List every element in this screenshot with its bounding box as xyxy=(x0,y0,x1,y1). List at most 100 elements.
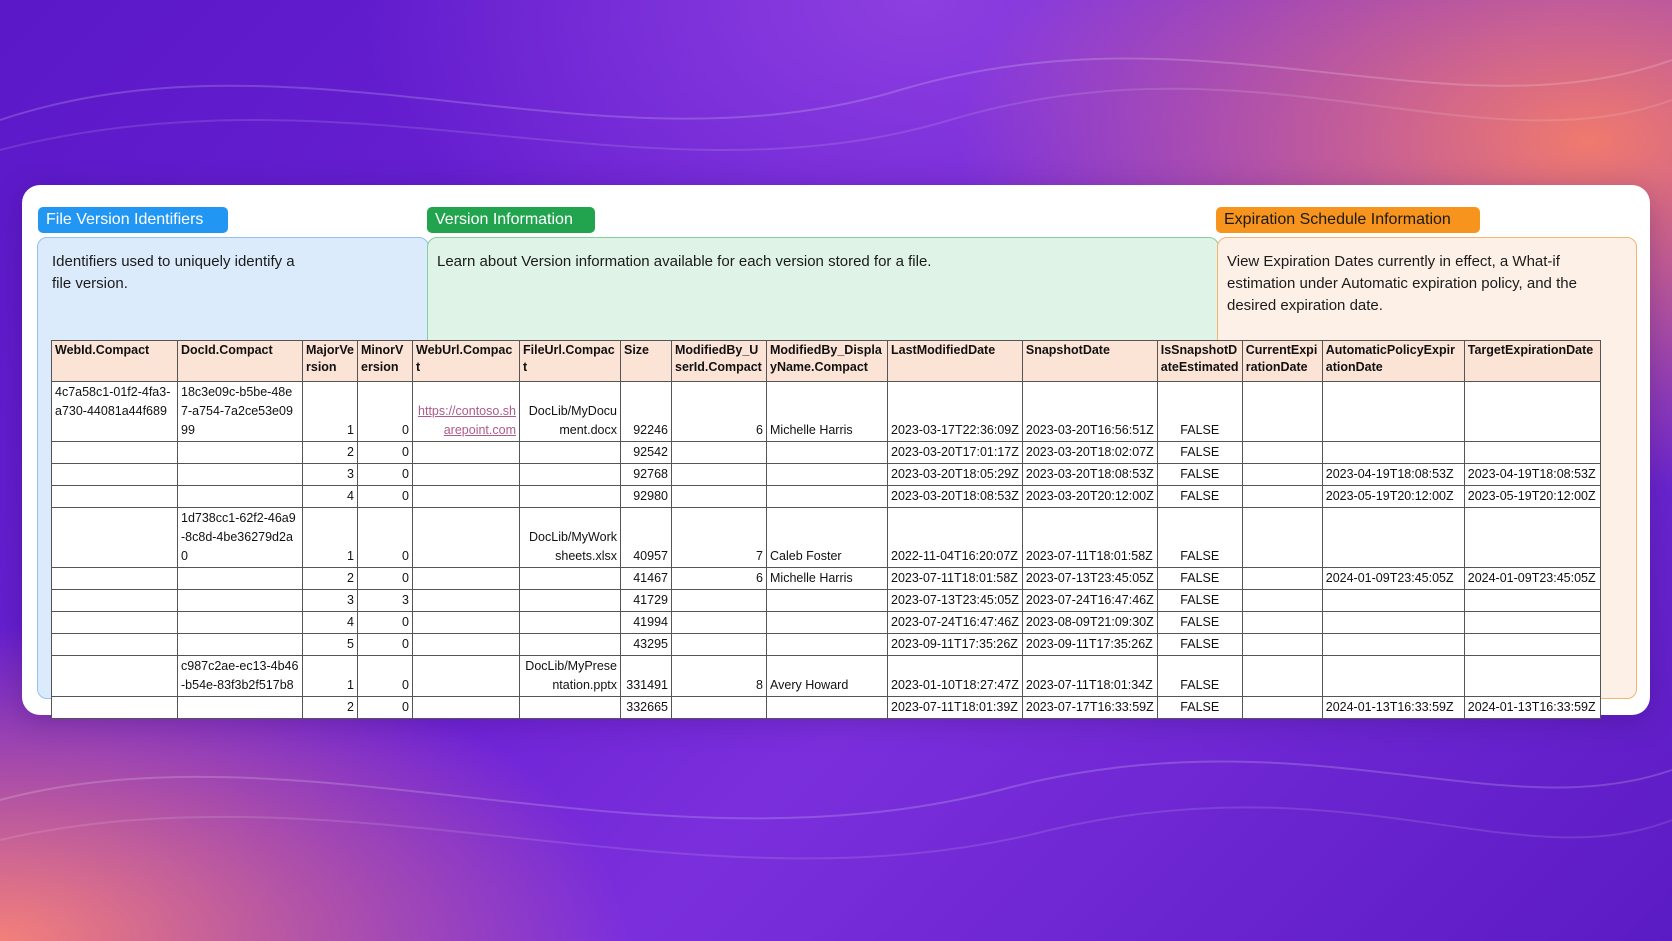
table-cell: 0 xyxy=(357,633,413,656)
table-row: 4 0 41994 2023-07-24T16:47:46Z 2023-08-09T21… xyxy=(51,611,1601,634)
table-cell xyxy=(1241,655,1323,697)
table-cell: 7 xyxy=(671,507,767,568)
table-cell: 0 xyxy=(357,567,413,590)
table-cell: 331491 xyxy=(620,655,672,697)
table-cell xyxy=(1463,589,1601,612)
table-cell: DocLib/MyWorksheets.xlsx xyxy=(519,507,621,568)
table-cell: FALSE xyxy=(1156,463,1243,486)
table-cell: 2023-07-11T18:01:58Z xyxy=(887,567,1023,590)
table-cell: 1d738cc1-62f2-46a9-8c8d-4be36279d2a0 xyxy=(177,507,303,568)
table-cell xyxy=(51,655,178,697)
table-cell xyxy=(412,485,520,508)
column-header: DocId.Compact xyxy=(177,340,303,382)
table-cell: Avery Howard xyxy=(766,655,888,697)
expiration-description: View Expiration Dates currently in effec… xyxy=(1227,253,1577,314)
table-cell xyxy=(177,589,303,612)
table-cell: DocLib/MyDocument.docx xyxy=(519,381,621,442)
table-cell: 2023-05-19T20:12:00Z xyxy=(1463,485,1601,508)
table-cell: Caleb Foster xyxy=(766,507,888,568)
table-cell xyxy=(1241,567,1323,590)
table-cell: 2023-07-11T18:01:34Z xyxy=(1021,655,1158,697)
table-cell: 2023-07-13T23:45:05Z xyxy=(1021,567,1158,590)
table-cell: FALSE xyxy=(1156,507,1243,568)
table-cell xyxy=(1321,633,1465,656)
table-cell xyxy=(1241,381,1323,442)
table-cell: 2023-01-10T18:27:47Z xyxy=(887,655,1023,697)
web-url-link[interactable]: https://contoso.sharepoint.com xyxy=(418,404,516,437)
table-row: 3 3 41729 2023-07-13T23:45:05Z 2023-07-24T16… xyxy=(51,589,1601,612)
table-cell xyxy=(1321,381,1465,442)
table-cell: 0 xyxy=(357,381,413,442)
table-cell[interactable]: https://contoso.sharepoint.com xyxy=(412,381,520,442)
table-cell: 6 xyxy=(671,567,767,590)
table-cell: 2024-01-09T23:45:05Z xyxy=(1321,567,1465,590)
table-cell: 0 xyxy=(357,485,413,508)
table-cell: 2023-05-19T20:12:00Z xyxy=(1321,485,1465,508)
table-row: 2 0 92542 2023-03-20T17:01:17Z 2023-03-20T18… xyxy=(51,441,1601,464)
table-cell: 2024-01-13T16:33:59Z xyxy=(1321,696,1465,719)
table-cell xyxy=(519,611,621,634)
column-header: WebUrl.Compact xyxy=(412,340,520,382)
table-cell: 2023-03-20T16:56:51Z xyxy=(1021,381,1158,442)
table-cell xyxy=(1321,507,1465,568)
table-cell xyxy=(177,485,303,508)
table-cell: 2023-03-20T17:01:17Z xyxy=(887,441,1023,464)
table-cell: 40957 xyxy=(620,507,672,568)
table-cell xyxy=(766,589,888,612)
table-row: 4c7a58c1-01f2-4fa3-a730-44081a44f689 18c3… xyxy=(51,381,1601,442)
table-cell: 0 xyxy=(357,441,413,464)
table-cell: 0 xyxy=(357,507,413,568)
table-cell xyxy=(177,611,303,634)
table-cell: FALSE xyxy=(1156,589,1243,612)
table-cell xyxy=(671,485,767,508)
table-cell xyxy=(1463,381,1601,442)
table-cell: 4c7a58c1-01f2-4fa3-a730-44081a44f689 xyxy=(51,381,178,442)
table-cell xyxy=(412,567,520,590)
table-cell xyxy=(177,463,303,486)
table-cell xyxy=(51,696,178,719)
table-cell: 2 xyxy=(302,567,358,590)
table-cell xyxy=(671,696,767,719)
file-versions-table: WebId.Compact DocId.Compact MajorVersion Mi… xyxy=(51,340,1601,719)
table-cell: 1 xyxy=(302,507,358,568)
table-cell xyxy=(766,696,888,719)
table-cell: 2023-04-19T18:08:53Z xyxy=(1321,463,1465,486)
table-cell: 332665 xyxy=(620,696,672,719)
table-row: 3 0 92768 2023-03-20T18:05:29Z 2023-03-20T18… xyxy=(51,463,1601,486)
table-cell xyxy=(412,696,520,719)
column-header: Size xyxy=(620,340,672,382)
table-cell: 2024-01-09T23:45:05Z xyxy=(1463,567,1601,590)
table-cell xyxy=(519,463,621,486)
table-cell xyxy=(1463,441,1601,464)
table-cell xyxy=(177,567,303,590)
table-cell: 3 xyxy=(357,589,413,612)
table-cell xyxy=(412,589,520,612)
column-header: TargetExpirationDate xyxy=(1463,340,1601,382)
table-cell: FALSE xyxy=(1156,441,1243,464)
table-cell: 41994 xyxy=(620,611,672,634)
identifiers-description: Identifiers used to uniquely identify a … xyxy=(52,253,295,292)
table-cell xyxy=(177,633,303,656)
column-header: ModifiedBy_DisplayName.Compact xyxy=(766,340,888,382)
table-cell: 1 xyxy=(302,655,358,697)
table-cell: FALSE xyxy=(1156,633,1243,656)
table-cell xyxy=(1321,655,1465,697)
table-cell xyxy=(1321,441,1465,464)
table-cell: 2023-07-13T23:45:05Z xyxy=(887,589,1023,612)
table-cell xyxy=(766,611,888,634)
table-cell: 92768 xyxy=(620,463,672,486)
column-header: SnapshotDate xyxy=(1021,340,1158,382)
table-cell xyxy=(1241,485,1323,508)
column-header: FileUrl.Compact xyxy=(519,340,621,382)
table-cell xyxy=(412,633,520,656)
table-cell: 2023-04-19T18:08:53Z xyxy=(1463,463,1601,486)
table-cell: 2 xyxy=(302,696,358,719)
expiration-section-label: Expiration Schedule Information xyxy=(1216,207,1480,233)
table-cell xyxy=(51,507,178,568)
table-cell: FALSE xyxy=(1156,381,1243,442)
table-cell xyxy=(1321,589,1465,612)
table-cell xyxy=(519,485,621,508)
table-cell xyxy=(671,463,767,486)
table-cell xyxy=(766,463,888,486)
column-header: WebId.Compact xyxy=(51,340,178,382)
